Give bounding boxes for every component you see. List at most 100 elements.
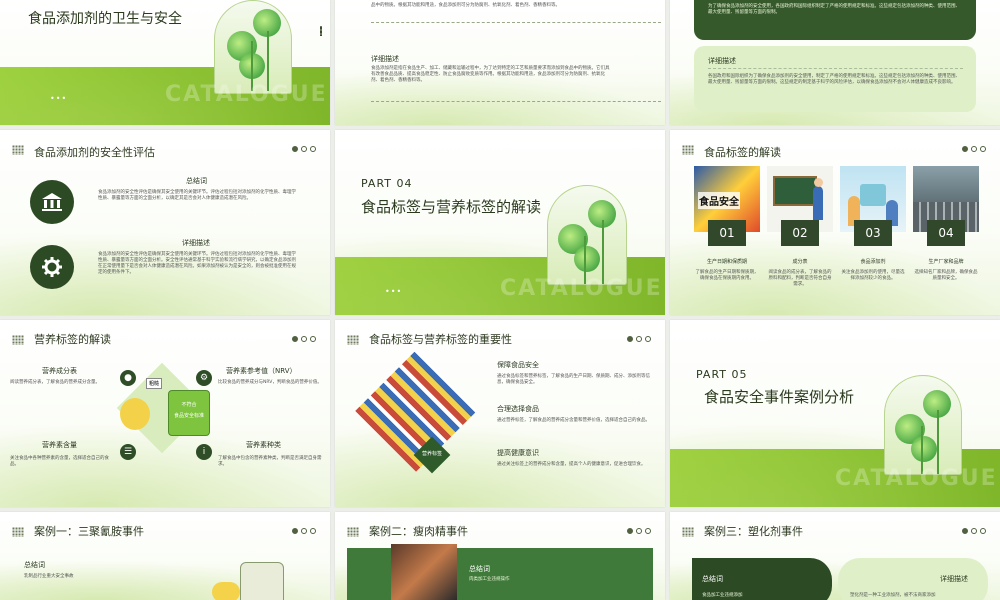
slide-title: 营养标签的解读: [34, 333, 111, 346]
item-desc: 选择知名厂家和品牌，确保食品质量和安全。: [914, 270, 978, 281]
item-label: 营养素参考值（NRV）: [226, 367, 297, 375]
watermark: CATALOGUE: [500, 276, 663, 301]
detail-heading: 详细描述: [940, 575, 968, 583]
slide-thumb-7[interactable]: 营养标签的解读 营养成分表 阅读营养成分表，了解食品的营养成分含量。 营养素参考…: [0, 320, 330, 507]
number-box: 03: [854, 220, 892, 246]
pager-dots-icon: [292, 528, 316, 534]
grid-icon: [682, 145, 694, 155]
item-label: 生产日期和保质期: [706, 259, 747, 265]
section-heading: 详细描述: [708, 57, 736, 65]
number-box: 01: [708, 220, 746, 246]
top-text: 为了确保食品添加剂的安全使用，各国政府和国际组织制定了严格的使用规定和标准。这些…: [708, 4, 960, 15]
pager-dots-icon: [962, 528, 986, 534]
item-desc: 了解食品中包含的营养素种类，判断是否满足自身需求。: [218, 456, 322, 467]
slide-title: 案例二：瘦肉精事件: [369, 525, 468, 538]
summary-heading: 总结词: [24, 561, 45, 569]
item-label: 合理选择食品: [497, 405, 539, 413]
info-icon: i: [196, 444, 212, 460]
cartoon-hand: [212, 582, 240, 600]
item-desc: 关注食品添加剂的使用，尽量选择添加剂较少的食品。: [841, 270, 905, 281]
grid-icon: [12, 145, 24, 155]
slide-thumb-10[interactable]: 案例一：三聚氰胺事件 总结词 乳制品行业重大安全事故: [0, 512, 330, 600]
part-number: PART 04: [361, 177, 413, 190]
item-desc: 关注食品中各种营养素的含量，选择适合自己的食品。: [10, 456, 109, 467]
divider: [708, 68, 963, 69]
part-title: 食品标签与营养标签的解读: [361, 198, 542, 216]
slide-thumb-4[interactable]: 食品添加剂的安全性评估 总结词 食品添加剂的安全性评估是确保其安全使用的关键环节…: [0, 130, 330, 315]
gear-icon: [30, 245, 74, 289]
more-dots: •••: [385, 287, 403, 296]
slide-thumb-5[interactable]: PART 04 食品标签与营养标签的解读 CATALOGUE •••: [335, 130, 665, 315]
detail-body: 塑化剂是一种工业添加剂，被不法商家添加: [850, 593, 936, 598]
speech-board: 粗糙: [146, 378, 163, 389]
cartoon-figure: [120, 398, 150, 430]
slide-thumb-11[interactable]: 案例二：瘦肉精事件 总结词 肉类加工业违规操作: [335, 512, 665, 600]
item-label: 保障食品安全: [497, 361, 539, 369]
grid-icon: [347, 335, 359, 345]
slide-thumb-1[interactable]: 食品添加剂的卫生与安全 CATALOGUE •••: [0, 0, 330, 125]
section-heading: 详细描述: [371, 55, 399, 63]
item-label: 食品添加剂: [860, 259, 886, 265]
slide-title: 案例三：塑化剂事件: [704, 525, 803, 538]
dark-summary-card: 为了确保食品添加剂的安全使用，各国政府和国际组织制定了严格的使用规定和标准。这些…: [694, 0, 976, 40]
photo-caption: 食品安全: [698, 192, 740, 209]
pager-dots-icon: [962, 146, 986, 152]
cartoon-sign: 不符合 食品安全标准: [168, 390, 210, 436]
summary-body: 肉类加工业违规操作: [469, 577, 510, 582]
more-dots: •••: [50, 94, 68, 103]
gear-icon: ⚙: [196, 370, 212, 386]
sign-line-2: 食品安全标准: [173, 413, 204, 419]
summary-body: 乳制品行业重大安全事故: [24, 574, 74, 579]
slide-title: 食品标签的解读: [704, 146, 781, 159]
bank-icon: [30, 180, 74, 224]
item-desc: 比较食品的营养成分与NRV，判断食品的营养价值。: [218, 380, 322, 385]
watermark: CATALOGUE: [165, 82, 328, 107]
grid-icon: [12, 335, 24, 345]
plant-illustration: [214, 0, 292, 94]
watermark: CATALOGUE: [835, 466, 998, 491]
page-dots: [320, 26, 322, 36]
slide-thumb-12[interactable]: 案例三：塑化剂事件 总结词 食品加工业违规添加 详细描述 塑化剂是一种工业添加剂…: [670, 512, 1000, 600]
bell-icon: ●: [120, 370, 136, 386]
slide-thumb-9[interactable]: PART 05 食品安全事件案例分析 CATALOGUE: [670, 320, 1000, 507]
section-body: 食品添加剂是指在食品生产、加工、储藏和运输过程中，为了达到特定的工艺和质量要求而…: [371, 66, 610, 83]
summary-body: 食品加工业违规添加: [702, 593, 743, 598]
pager-dots-icon: [292, 336, 316, 342]
slide-thumb-2[interactable]: 品中的物质。根据其功能和用途，食品添加剂可分为防腐剂、抗氧化剂、着色剂、香精香料…: [335, 0, 665, 125]
item-label: 营养素含量: [42, 441, 77, 449]
pager-dots-icon: [292, 146, 316, 152]
slide-title: 案例一：三聚氰胺事件: [34, 525, 144, 538]
detail-heading: 详细描述: [182, 239, 210, 247]
divider: [371, 22, 661, 23]
top-text: 品中的物质。根据其功能和用途，食品添加剂可分为防腐剂、抗氧化剂、着色剂、香精香料…: [371, 3, 560, 8]
badge-label: 营养标签: [421, 451, 442, 457]
pager-dots-icon: [627, 336, 651, 342]
slide-thumb-6[interactable]: 食品标签的解读 食品安全 01 02 03 04 生产日期和保质期 成分表 食品…: [670, 130, 1000, 315]
slide-title: 食品添加剂的安全性评估: [34, 146, 155, 159]
item-label: 营养素种类: [246, 441, 281, 449]
milk-can-illustration: [240, 562, 284, 600]
summary-heading: 总结词: [702, 575, 723, 583]
item-desc: 了解食品的生产日期和保质期，确保食品在保质期内食用。: [695, 270, 759, 281]
item-label: 成分表: [792, 259, 808, 265]
light-detail-card: 详细描述 各国政府和国际组织为了确保食品添加剂的安全使用，制定了严格的使用规定和…: [694, 46, 976, 112]
summary-body: 食品添加剂的安全性评估是确保其安全使用的关键环节。评估过程包括对添加剂的化学性质…: [98, 190, 296, 201]
item-label: 生产厂家和品牌: [928, 259, 964, 265]
part-number: PART 05: [696, 368, 748, 381]
item-desc: 通过食品标签和营养标签，了解食品的生产日期、保质期、成分、添加剂等信息，确保食品…: [497, 374, 650, 385]
grid-icon: [682, 527, 694, 537]
item-desc: 阅读食品的成分表，了解食品的原料和配料，判断是否符合自身需求。: [768, 270, 832, 287]
grid-icon: [12, 527, 24, 537]
pager-dots-icon: [627, 528, 651, 534]
slide-thumb-3[interactable]: 为了确保食品添加剂的安全使用，各国政府和国际组织制定了严格的使用规定和标准。这些…: [670, 0, 1000, 125]
section-body: 各国政府和国际组织为了确保食品添加剂的安全使用，制定了严格的使用规定和标准。这些…: [708, 74, 960, 85]
slide-thumb-8[interactable]: 食品标签与营养标签的重要性 营养标签 保障食品安全 通过食品标签和营养标签，了解…: [335, 320, 665, 507]
item-label: 提高健康意识: [497, 449, 539, 457]
divider: [371, 101, 661, 102]
meat-photo: [391, 544, 457, 600]
slide-title: 食品添加剂的卫生与安全: [28, 11, 182, 27]
detail-body: 食品添加剂的安全性评估是确保其安全使用的关键环节。评估过程包括对添加剂的化学性质…: [98, 252, 296, 275]
summary-heading: 总结词: [186, 177, 207, 185]
plant-illustration: [547, 185, 627, 285]
part-title: 食品安全事件案例分析: [704, 388, 855, 406]
